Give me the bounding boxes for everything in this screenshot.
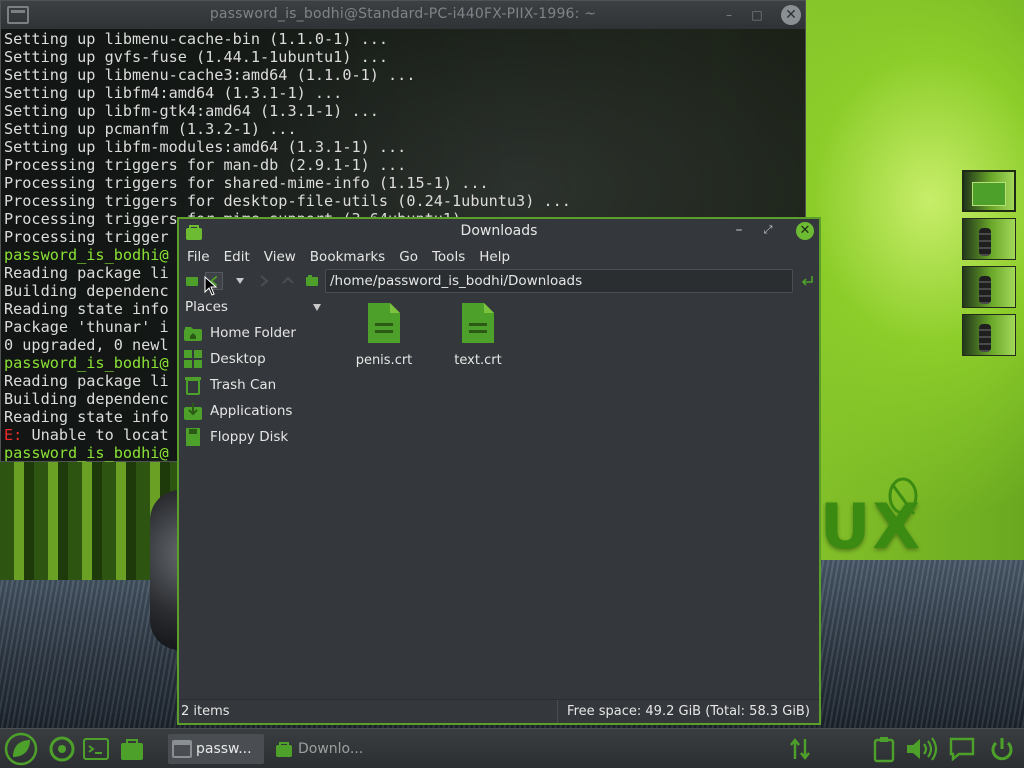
places-dropdown-icon[interactable]: [313, 304, 321, 311]
terminal-task-icon: [172, 740, 192, 758]
place-trash-can[interactable]: Trash Can: [183, 372, 323, 398]
document-icon: [368, 303, 400, 343]
history-dropdown-icon[interactable]: [231, 272, 249, 290]
task-terminal[interactable]: passw...: [168, 734, 264, 764]
file-name: penis.crt: [355, 353, 413, 368]
places-label: Places: [185, 299, 228, 315]
file-item[interactable]: text.crt: [435, 301, 521, 368]
power-icon[interactable]: [988, 735, 1016, 763]
menu-view[interactable]: View: [264, 249, 296, 265]
workspace-1[interactable]: [962, 170, 1016, 212]
home-folder-icon: [184, 327, 202, 341]
terminal-line: Setting up libfm-gtk4:amd64 (1.3.1-1) ..…: [4, 102, 379, 120]
place-label: Trash Can: [210, 377, 277, 393]
browser-launcher-icon[interactable]: [48, 735, 76, 763]
terminal-line: Processing triggers for man-db (2.9.1-1)…: [4, 156, 407, 174]
statusbar: 2 items Free space: 49.2 GiB (Total: 58.…: [179, 699, 819, 723]
path-go-icon[interactable]: [799, 273, 815, 289]
menubar: File Edit View Bookmarks Go Tools Help: [179, 246, 819, 268]
workspace-2[interactable]: [962, 218, 1016, 260]
terminal-launcher-icon[interactable]: [82, 735, 110, 763]
terminal-titlebar[interactable]: password_is_bodhi@Standard-PC-i440FX-PII…: [1, 1, 805, 29]
workspace-window-preview: [972, 182, 1006, 206]
menu-tools[interactable]: Tools: [432, 249, 465, 265]
place-floppy-disk[interactable]: Floppy Disk: [183, 424, 323, 450]
file-manager-close-button[interactable]: ✕: [796, 222, 814, 240]
workspace-thumbnail: [979, 276, 991, 304]
workspace-thumbnail: [979, 324, 991, 352]
places-header[interactable]: Places: [185, 299, 321, 317]
file-manager-minimize-button[interactable]: –: [732, 223, 746, 237]
task-file-manager[interactable]: Downlo...: [270, 734, 366, 764]
menu-bookmarks[interactable]: Bookmarks: [310, 249, 385, 265]
terminal-close-button[interactable]: ✕: [781, 5, 801, 25]
menu-edit[interactable]: Edit: [224, 249, 250, 265]
clipboard-icon[interactable]: [870, 735, 898, 763]
notifications-icon[interactable]: [948, 735, 976, 763]
menu-file[interactable]: File: [187, 249, 210, 265]
terminal-line: Setting up libfm4:amd64 (1.3.1-1) ...: [4, 84, 343, 102]
terminal-line: Setting up libmenu-cache-bin (1.1.0-1) .…: [4, 30, 389, 48]
start-menu-leaf-icon[interactable]: [4, 732, 38, 766]
trash-icon: [185, 377, 201, 395]
forward-button[interactable]: [255, 272, 273, 290]
terminal-line: Processing triggers for desktop-file-uti…: [4, 192, 571, 210]
terminal-line: Setting up libfm-modules:amd64 (1.3.1-1)…: [4, 138, 407, 156]
free-space: Free space: 49.2 GiB (Total: 58.3 GiB): [557, 700, 819, 723]
workspace-3[interactable]: [962, 266, 1016, 308]
file-manager-titlebar[interactable]: Downloads – ⤢ ✕: [179, 219, 819, 245]
place-label: Applications: [210, 403, 293, 419]
new-tab-icon[interactable]: [183, 272, 201, 290]
terminal-line: Processing triggers for shared-mime-info…: [4, 174, 489, 192]
home-button[interactable]: [303, 272, 321, 290]
terminal-maximize-button[interactable]: □: [749, 7, 765, 23]
place-label: Desktop: [210, 351, 266, 367]
terminal-error-marker: E:: [4, 426, 23, 444]
terminal-minimize-button[interactable]: –: [721, 7, 737, 23]
file-manager-task-icon: [276, 742, 292, 757]
place-applications[interactable]: Applications: [183, 398, 323, 424]
file-item[interactable]: penis.crt: [341, 301, 427, 368]
mouse-cursor-icon: [204, 276, 218, 296]
place-label: Home Folder: [210, 325, 296, 341]
document-icon: [462, 303, 494, 343]
path-input[interactable]: /home/password_is_bodhi/Downloads: [325, 269, 793, 293]
desktop-icon: [184, 350, 202, 368]
workspace-4[interactable]: [962, 314, 1016, 356]
terminal-line: Setting up gvfs-fuse (1.44.1-1ubuntu1) .…: [4, 48, 389, 66]
item-count: 2 items: [181, 704, 230, 719]
floppy-disk-icon: [186, 428, 200, 446]
task-label: passw...: [196, 741, 252, 757]
file-manager-title: Downloads: [460, 223, 538, 239]
menu-help[interactable]: Help: [479, 249, 510, 265]
task-label: Downlo...: [298, 741, 364, 757]
volume-icon[interactable]: [904, 735, 940, 763]
toolbar: /home/password_is_bodhi/Downloads: [179, 269, 819, 293]
terminal-line: Setting up libmenu-cache3:amd64 (1.1.0-1…: [4, 66, 416, 84]
place-desktop[interactable]: Desktop: [183, 346, 323, 372]
file-name: text.crt: [454, 353, 502, 368]
file-manager-window[interactable]: Downloads – ⤢ ✕ File Edit View Bookmarks…: [177, 217, 821, 725]
terminal-title: password_is_bodhi@Standard-PC-i440FX-PII…: [209, 6, 597, 22]
applications-icon: [184, 403, 202, 420]
places-sidebar: Home Folder Desktop Trash Can Applicatio…: [183, 320, 323, 450]
workspace-thumbnail: [979, 228, 991, 256]
file-manager-launcher-icon[interactable]: [118, 735, 146, 763]
bodhi-leaf-logo-icon: [888, 477, 918, 515]
up-folder-button[interactable]: [279, 272, 297, 290]
place-label: Floppy Disk: [210, 429, 289, 445]
taskbar: passw... Downlo...: [0, 728, 1024, 768]
network-transfer-icon[interactable]: [786, 735, 814, 763]
place-home-folder[interactable]: Home Folder: [183, 320, 323, 346]
menu-go[interactable]: Go: [399, 249, 418, 265]
terminal-line: Setting up pcmanfm (1.3.2-1) ...: [4, 120, 297, 138]
file-manager-maximize-button[interactable]: ⤢: [761, 223, 775, 237]
